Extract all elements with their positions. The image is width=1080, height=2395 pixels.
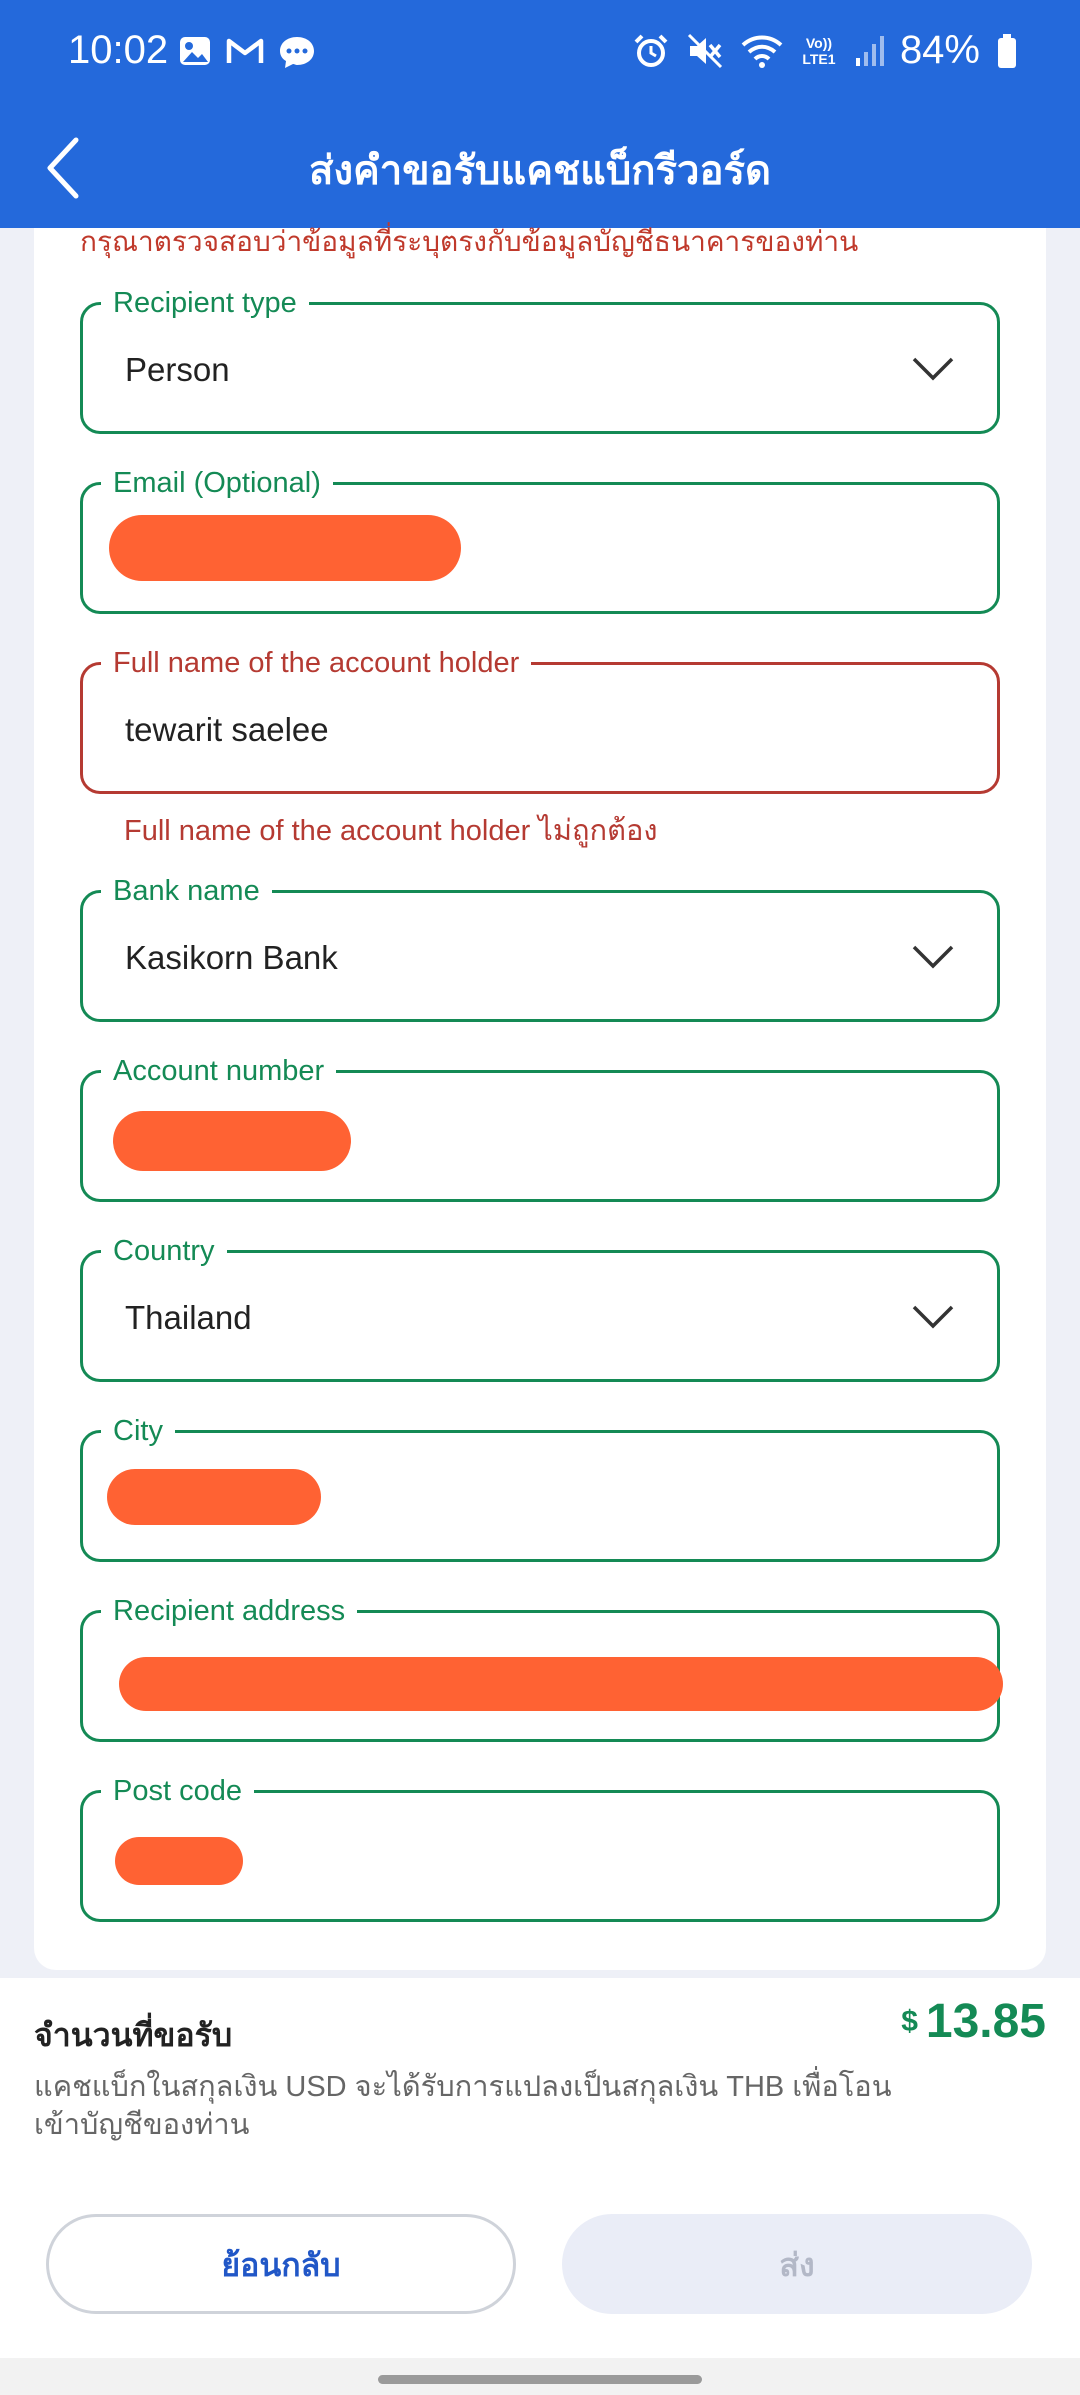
full-name-error: Full name of the account holder ไม่ถูกต้… <box>124 815 658 847</box>
battery-icon <box>998 33 1016 68</box>
bank-name-label: Bank name <box>101 871 272 911</box>
full-name-field[interactable]: Full name of the account holder tewarit … <box>80 643 1000 794</box>
signal-icon <box>855 35 884 66</box>
country-value: Thailand <box>125 1299 252 1336</box>
chevron-down-icon <box>912 1305 954 1329</box>
chat-icon <box>280 37 314 68</box>
city-label: City <box>101 1411 175 1451</box>
gmail-icon <box>226 38 264 63</box>
full-name-label: Full name of the account holder <box>101 643 532 683</box>
country-label: Country <box>101 1231 227 1271</box>
recipient-address-field[interactable]: Recipient address <box>80 1591 1003 1742</box>
recipient-type-label: Recipient type <box>101 283 309 323</box>
post-code-field[interactable]: Post code <box>80 1771 1000 1922</box>
wifi-icon <box>741 35 783 68</box>
requested-amount-label: จำนวนที่ขอรับ <box>34 2017 233 2053</box>
redaction-mark <box>115 1837 243 1885</box>
app-bar: ส่งคำขอรับแคชแบ็กรีวอร์ด <box>0 108 1080 228</box>
city-field[interactable]: City <box>80 1411 1000 1562</box>
status-bar: 10:02 Vo)) LTE1 84% <box>0 0 1080 108</box>
requested-amount: $13.85 <box>901 1994 1046 2049</box>
currency-symbol: $ <box>901 2005 918 2038</box>
notification-icons <box>178 34 316 70</box>
redaction-mark <box>107 1469 321 1525</box>
back-button[interactable]: ย้อนกลับ <box>46 2214 516 2314</box>
battery-percent: 84% <box>899 28 980 72</box>
verification-notice: กรุณาตรวจสอบว่าข้อมูลที่ระบุตรงกับข้อมูล… <box>80 226 859 257</box>
post-code-label: Post code <box>101 1771 254 1811</box>
email-field[interactable]: Email (Optional) <box>80 463 1000 614</box>
redaction-mark <box>119 1657 1003 1711</box>
bank-name-value: Kasikorn Bank <box>125 939 338 976</box>
volte-label: Vo)) LTE1 <box>802 34 836 67</box>
amount-value: 13.85 <box>925 1995 1046 2048</box>
mute-icon <box>687 33 722 68</box>
alarm-icon <box>634 34 668 67</box>
country-select[interactable]: Country Thailand <box>80 1231 1000 1382</box>
home-indicator[interactable] <box>378 2375 702 2384</box>
full-name-value: tewarit saelee <box>125 711 329 748</box>
summary-footer: จำนวนที่ขอรับ $13.85 แคชแบ็กในสกุลเงิน U… <box>0 1978 1080 2358</box>
send-button[interactable]: ส่ง <box>562 2214 1032 2314</box>
redaction-mark <box>109 515 461 581</box>
chevron-down-icon <box>912 945 954 969</box>
gallery-icon <box>180 37 210 65</box>
account-number-field[interactable]: Account number <box>80 1051 1000 1202</box>
chevron-down-icon <box>912 357 954 381</box>
email-label: Email (Optional) <box>101 463 333 503</box>
redaction-mark <box>113 1111 351 1171</box>
status-time: 10:02 <box>68 28 169 72</box>
gesture-nav-bar <box>0 2358 1080 2395</box>
recipient-type-select[interactable]: Recipient type Person <box>80 283 1000 434</box>
conversion-note: แคชแบ็กในสกุลเงิน USD จะได้รับการแปลงเป็… <box>34 2071 892 2141</box>
account-number-label: Account number <box>101 1051 337 1091</box>
page-title: ส่งคำขอรับแคชแบ็กรีวอร์ด <box>309 149 771 193</box>
system-icons: Vo)) LTE1 84% <box>632 28 1018 73</box>
recipient-address-label: Recipient address <box>101 1591 358 1631</box>
bank-name-select[interactable]: Bank name Kasikorn Bank <box>80 871 1000 1022</box>
recipient-type-value: Person <box>125 351 230 388</box>
